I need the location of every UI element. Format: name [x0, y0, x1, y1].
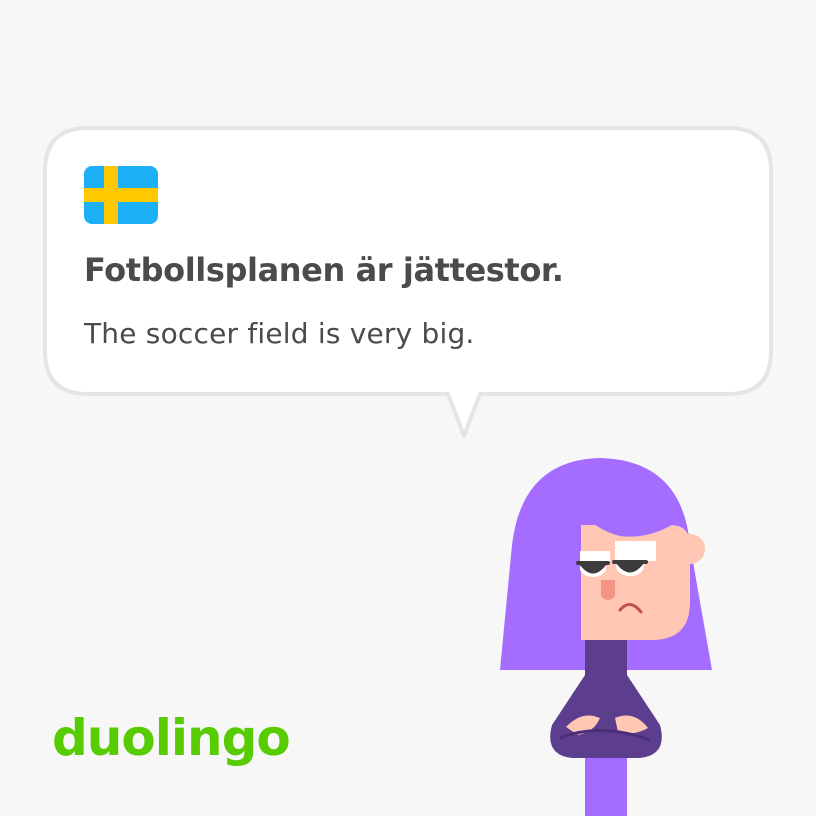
lily-character-icon [500, 458, 712, 816]
